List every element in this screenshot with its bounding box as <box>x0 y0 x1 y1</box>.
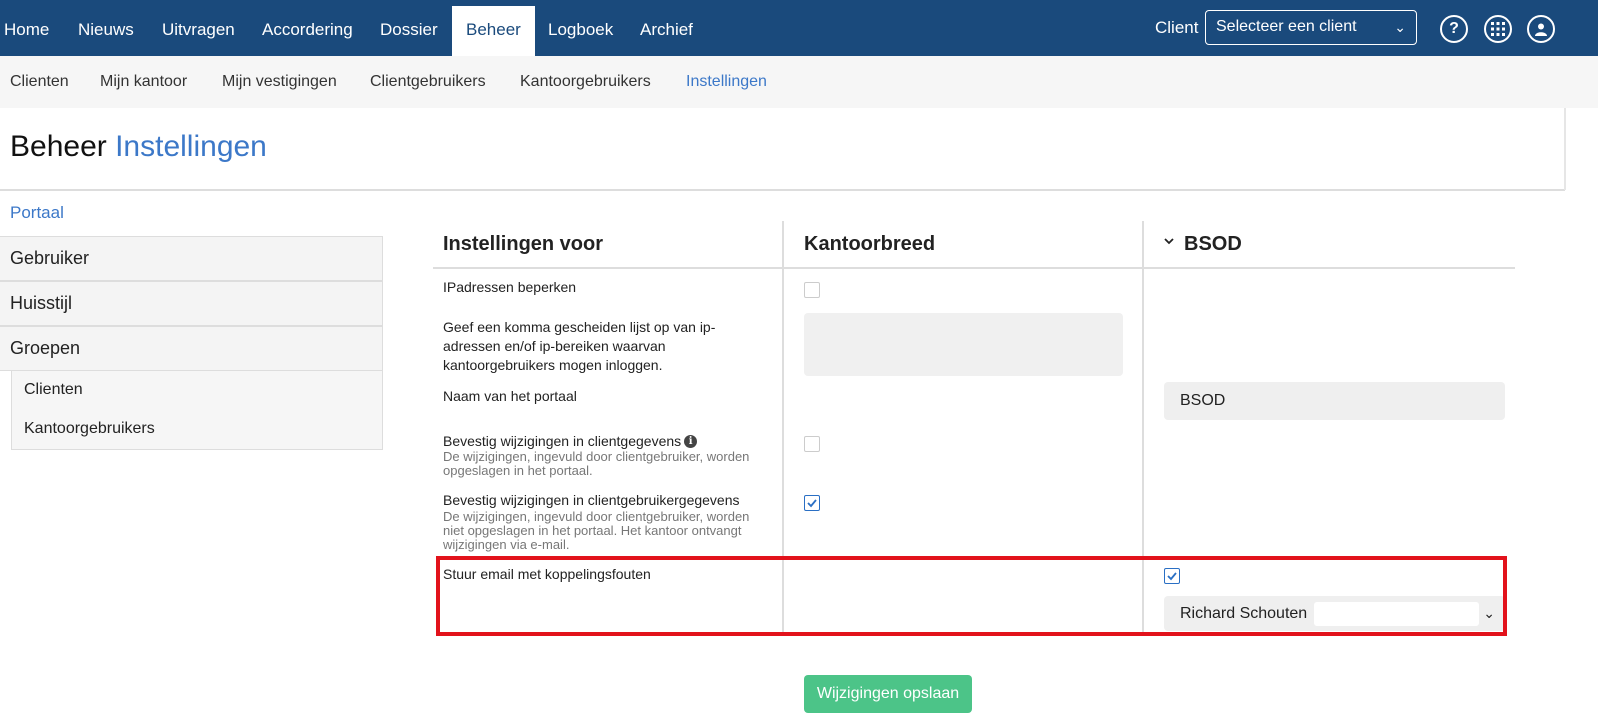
column-header-client[interactable]: BSOD <box>1184 233 1242 256</box>
subnav-kantoorgebruikers[interactable]: Kantoorgebruikers <box>520 56 651 108</box>
apps-grid-icon[interactable] <box>1484 15 1512 43</box>
subnav-mijn-vestigingen[interactable]: Mijn vestigingen <box>222 56 337 108</box>
column-header-setting: Instellingen voor <box>443 233 604 255</box>
ip-restrict-checkbox[interactable] <box>804 282 820 298</box>
sub-navigation: Clienten Mijn kantoor Mijn vestigingen C… <box>0 56 1598 108</box>
column-header-office: Kantoorbreed <box>804 233 936 255</box>
subnav-clientgebruikers[interactable]: Clientgebruikers <box>370 56 486 108</box>
setting-description-confirm-client: De wijzigingen, ingevuld door clientgebr… <box>443 449 750 478</box>
subnav-instellingen[interactable]: Instellingen <box>686 56 767 108</box>
divider <box>0 189 1565 191</box>
nav-dossier[interactable]: Dossier <box>380 0 438 56</box>
highlight-annotation <box>436 556 1507 636</box>
subnav-mijn-kantoor[interactable]: Mijn kantoor <box>100 56 187 108</box>
setting-label-ip-restrict: IPadressen beperken <box>443 279 577 295</box>
chevron-down-icon[interactable] <box>1163 236 1175 246</box>
save-changes-button[interactable]: Wijzigingen opslaan <box>804 675 972 713</box>
top-navigation: Home Nieuws Uitvragen Accordering Dossie… <box>0 0 1598 56</box>
confirm-client-checkbox[interactable] <box>804 436 820 452</box>
page-title-prefix: Beheer <box>10 130 107 163</box>
chevron-down-icon: ⌄ <box>1394 19 1406 35</box>
portal-name-input[interactable]: BSOD <box>1164 382 1505 420</box>
page-title-accent: Instellingen <box>115 130 267 163</box>
client-select-value: Selecteer een client <box>1216 18 1357 35</box>
nav-uitvragen[interactable]: Uitvragen <box>162 0 235 56</box>
confirm-client-label-text: Bevestig wijzigingen in clientgegevens <box>443 433 682 449</box>
nav-logboek[interactable]: Logboek <box>548 0 613 56</box>
confirm-clientuser-checkbox[interactable] <box>804 495 820 511</box>
sidemenu-subitem-kantoorgebruikers[interactable]: Kantoorgebruikers <box>11 410 383 450</box>
nav-nieuws[interactable]: Nieuws <box>78 0 134 56</box>
page-title: Beheer Instellingen <box>10 130 267 164</box>
client-label: Client <box>1155 18 1199 37</box>
ip-list-textarea[interactable] <box>804 313 1123 376</box>
nav-accordering[interactable]: Accordering <box>262 0 353 56</box>
subnav-clienten[interactable]: Clienten <box>10 56 69 108</box>
sidemenu-item-gebruiker[interactable]: Gebruiker <box>0 236 383 281</box>
client-select[interactable]: Selecteer een client ⌄ <box>1205 10 1417 45</box>
nav-archief[interactable]: Archief <box>640 0 693 56</box>
nav-home[interactable]: Home <box>4 0 49 56</box>
divider <box>1564 108 1566 190</box>
sidemenu-section-portaal[interactable]: Portaal <box>10 203 64 223</box>
setting-label-ip-list: Geef een komma gescheiden lijst op van i… <box>443 319 716 373</box>
nav-beheer[interactable]: Beheer <box>452 6 535 56</box>
setting-description-confirm-clientuser: De wijzigingen, ingevuld door clientgebr… <box>443 509 750 552</box>
setting-label-portal-name: Naam van het portaal <box>443 388 577 404</box>
sidemenu-subitem-clienten[interactable]: Clienten <box>11 371 383 411</box>
sidemenu-item-groepen[interactable]: Groepen <box>0 326 383 371</box>
sidemenu-item-huisstijl[interactable]: Huisstijl <box>0 281 383 326</box>
help-icon[interactable]: ? <box>1440 15 1468 43</box>
divider <box>433 267 1515 269</box>
user-account-icon[interactable] <box>1527 15 1555 43</box>
setting-label-confirm-clientuser: Bevestig wijzigingen in clientgebruikerg… <box>443 492 740 508</box>
checkmark-icon <box>807 499 817 508</box>
info-icon[interactable]: i <box>684 435 698 448</box>
